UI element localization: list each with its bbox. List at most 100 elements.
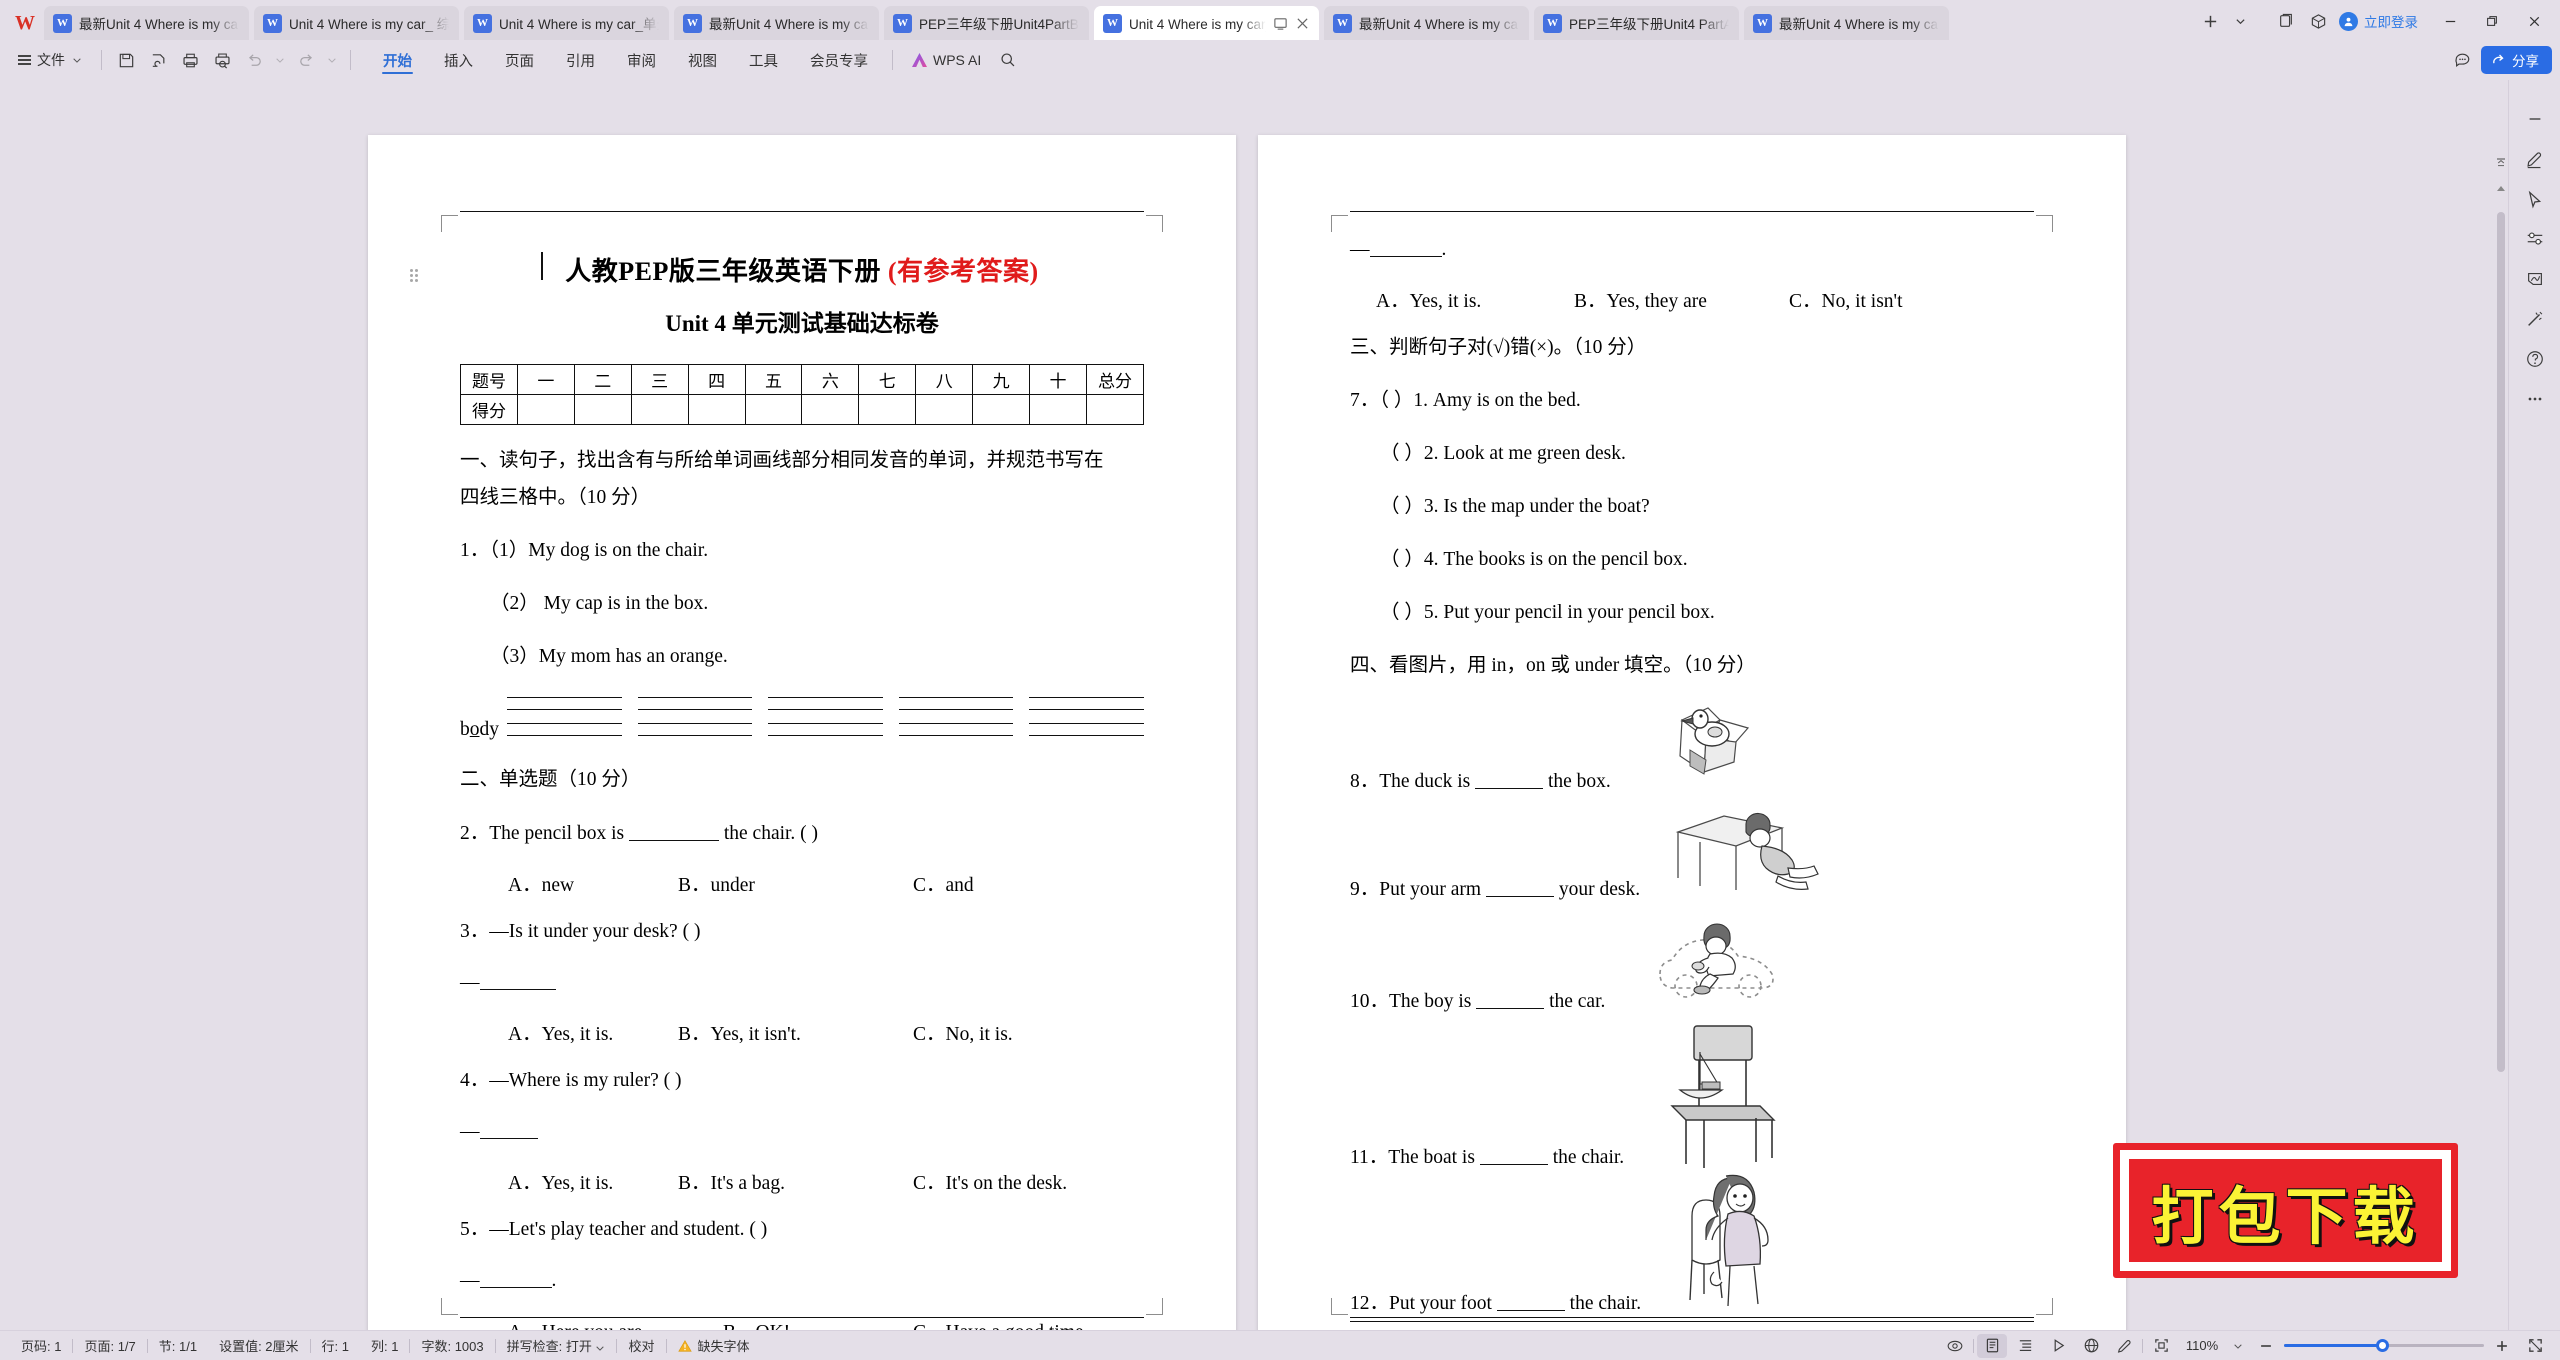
reading-play-button[interactable] <box>2043 1334 2073 1358</box>
focus-mode-icon[interactable] <box>1940 1334 1970 1358</box>
undo-icon[interactable] <box>239 45 269 75</box>
status-missing-font[interactable]: 缺失字体 <box>667 1336 761 1355</box>
document-tab-active[interactable]: W Unit 4 Where is my car_单元 <box>1094 6 1319 40</box>
print-icon[interactable] <box>175 45 205 75</box>
redo-icon[interactable] <box>291 45 321 75</box>
option-c[interactable]: C．and <box>913 868 974 897</box>
close-window-button[interactable] <box>2514 4 2554 38</box>
status-page-of[interactable]: 页面: 1/7 <box>73 1336 146 1355</box>
paragraph-handle[interactable] <box>410 269 421 284</box>
more-options-icon[interactable] <box>2518 382 2552 416</box>
status-word-count[interactable]: 字数: 1003 <box>410 1336 494 1355</box>
option-a[interactable]: A．Yes, it is. <box>508 1166 678 1195</box>
document-page-left[interactable]: 人教PEP版三年级英语下册 (有参考答案) Unit 4 单元测试基础达标卷 题… <box>368 135 1236 1330</box>
document-tab[interactable]: W Unit 4 Where is my car_ 综合素质 <box>254 6 459 40</box>
undo-dropdown-icon[interactable] <box>271 45 289 75</box>
option-b[interactable]: B．OK! <box>723 1315 913 1330</box>
save-icon[interactable] <box>111 45 141 75</box>
option-b[interactable]: B．Yes, it isn't. <box>678 1017 913 1046</box>
document-tab-label: Unit 4 Where is my car_ 综合素质 <box>289 17 449 32</box>
document-page-right[interactable]: —. A．Yes, it is. B．Yes, they are C．No, i… <box>1258 135 2126 1330</box>
ribbon-tab-page[interactable]: 页面 <box>490 44 549 76</box>
new-tab-button[interactable] <box>2197 6 2223 36</box>
zoom-slider[interactable] <box>2284 1339 2484 1353</box>
search-icon[interactable] <box>993 45 1023 75</box>
save-as-icon[interactable] <box>143 45 173 75</box>
option-c[interactable]: C．It's on the desk. <box>913 1166 1067 1195</box>
ribbon-tab-insert[interactable]: 插入 <box>429 44 488 76</box>
option-b[interactable]: B．It's a bag. <box>678 1166 913 1195</box>
zoom-level-label[interactable]: 110% <box>2179 1338 2225 1353</box>
login-button[interactable]: 立即登录 <box>2335 11 2428 31</box>
option-a[interactable]: A．new <box>508 868 678 897</box>
help-icon[interactable] <box>2518 342 2552 376</box>
option-b[interactable]: B．under <box>678 868 913 897</box>
vertical-scrollbar[interactable] <box>2494 80 2508 1330</box>
status-proofread[interactable]: 校对 <box>617 1336 665 1355</box>
scrollbar-thumb[interactable] <box>2497 212 2505 1072</box>
zoom-dropdown-chevron-down-icon[interactable] <box>2228 1334 2248 1358</box>
zoom-slider-knob[interactable] <box>2376 1339 2389 1352</box>
backup-cloud-icon[interactable] <box>2303 6 2333 36</box>
ribbon-tab-membership[interactable]: 会员专享 <box>795 44 883 76</box>
print-preview-icon[interactable] <box>207 45 237 75</box>
option-c[interactable]: C．Have a good time. <box>913 1315 1088 1330</box>
ribbon-tab-review[interactable]: 审阅 <box>612 44 671 76</box>
document-tab[interactable]: W Unit 4 Where is my car_单元能力提 <box>464 6 669 40</box>
ribbon-tab-home[interactable]: 开始 <box>368 44 427 76</box>
option-a[interactable]: A．Here you are. <box>508 1315 723 1330</box>
scroll-top-marker-icon[interactable] <box>2496 158 2506 167</box>
status-spellcheck[interactable]: 拼写检查: 打开 <box>496 1336 617 1355</box>
scroll-page-up-icon[interactable] <box>2496 185 2506 193</box>
minimize-button[interactable] <box>2430 4 2470 38</box>
magic-wand-tools-icon[interactable] <box>2518 302 2552 336</box>
status-column[interactable]: 列: 1 <box>360 1336 409 1355</box>
settings-sliders-icon[interactable] <box>2518 222 2552 256</box>
download-watermark[interactable]: 打包下载 <box>2113 1143 2458 1278</box>
cursor-select-icon[interactable] <box>2518 182 2552 216</box>
document-tab[interactable]: W PEP三年级下册Unit4PartB双减分层 <box>884 6 1089 40</box>
fullscreen-button[interactable] <box>2520 1334 2550 1358</box>
tab-list-chevron-down-icon[interactable] <box>2225 6 2255 36</box>
zoom-in-button[interactable] <box>2487 1334 2517 1358</box>
document-tab[interactable]: W 最新Unit 4 Where is my car? 单元 <box>44 6 249 40</box>
option-b[interactable]: B．Yes, they are <box>1574 284 1789 313</box>
comment-bubble-icon[interactable] <box>2447 45 2477 75</box>
table-cell: 五 <box>744 364 803 395</box>
collapse-panel-icon[interactable] <box>2518 102 2552 136</box>
tab-preview-icon[interactable] <box>1273 16 1288 31</box>
pen-annotate-icon[interactable] <box>2518 142 2552 176</box>
page-layout-view-button[interactable] <box>1977 1333 2007 1358</box>
status-section[interactable]: 节: 1/1 <box>148 1336 208 1355</box>
wps-ai-button[interactable]: WPS AI <box>902 45 991 75</box>
ribbon-tab-tools[interactable]: 工具 <box>734 44 793 76</box>
file-menu-button[interactable]: 文件 <box>8 45 92 75</box>
document-tab[interactable]: W PEP三年级下册Unit4 PartA双减分层 <box>1534 6 1739 40</box>
quick-access-chevron-down-icon[interactable] <box>323 45 341 75</box>
outline-view-button[interactable] <box>2010 1334 2040 1358</box>
option-c[interactable]: C．No, it isn't <box>1789 284 1903 313</box>
multi-window-icon[interactable] <box>2271 6 2301 36</box>
maximize-restore-button[interactable] <box>2472 4 2512 38</box>
fit-page-button[interactable] <box>2146 1334 2176 1358</box>
chevron-down-icon[interactable] <box>595 1339 605 1354</box>
document-canvas[interactable]: 人教PEP版三年级英语下册 (有参考答案) Unit 4 单元测试基础达标卷 题… <box>0 80 2494 1330</box>
option-a[interactable]: A．Yes, it is. <box>508 1017 678 1046</box>
option-c[interactable]: C．No, it is. <box>913 1017 1013 1046</box>
document-tab[interactable]: W 最新Unit 4 Where is my car? 单元 <box>1324 6 1529 40</box>
ribbon-tab-reference[interactable]: 引用 <box>551 44 610 76</box>
document-tab[interactable]: W 最新Unit 4 Where is my car 综合 <box>1744 6 1949 40</box>
zoom-out-button[interactable] <box>2251 1334 2281 1358</box>
highlight-pen-button[interactable] <box>2109 1334 2139 1358</box>
share-button[interactable]: 分享 <box>2481 46 2552 74</box>
question-3-answer-line: — <box>460 964 1144 1001</box>
ribbon-tab-view[interactable]: 视图 <box>673 44 732 76</box>
status-page-number[interactable]: 页码: 1 <box>10 1336 72 1355</box>
status-row[interactable]: 行: 1 <box>311 1336 360 1355</box>
document-tab[interactable]: W 最新Unit 4 Where is my car? 单元 <box>674 6 879 40</box>
option-a[interactable]: A．Yes, it is. <box>1376 284 1574 313</box>
status-setting-value[interactable]: 设置值: 2厘米 <box>208 1336 309 1355</box>
tab-close-icon[interactable] <box>1296 17 1309 30</box>
handwriting-input-icon[interactable] <box>2518 262 2552 296</box>
web-layout-view-button[interactable] <box>2076 1334 2106 1358</box>
